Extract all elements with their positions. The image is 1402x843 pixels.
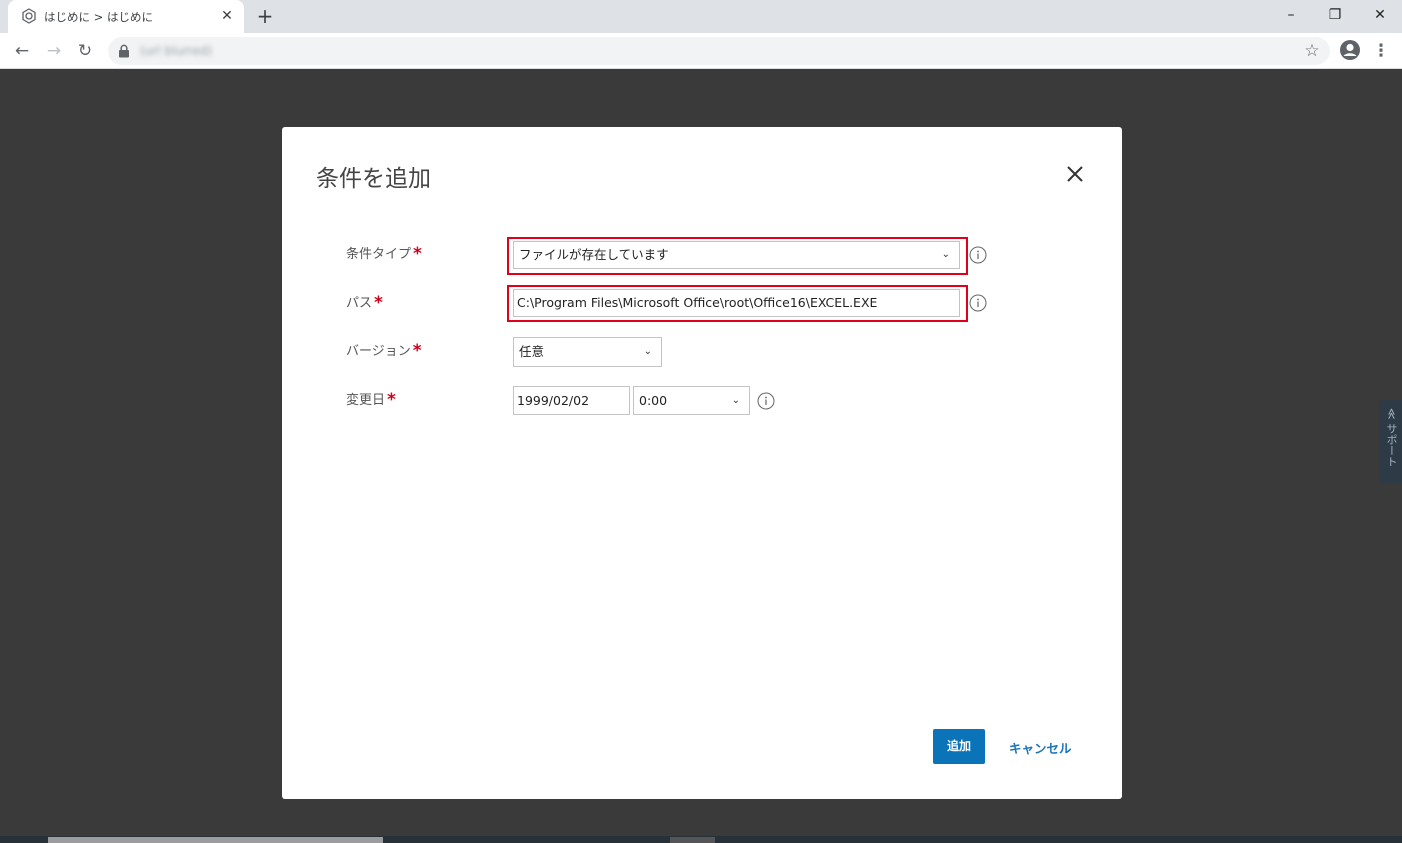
- browser-tab-strip: はじめに > はじめに ✕ + – ❐ ✕: [0, 0, 1402, 33]
- restore-icon[interactable]: ❐: [1320, 4, 1350, 26]
- chevron-down-icon: ⌄: [941, 249, 950, 260]
- page-footer-scroll: [670, 837, 715, 843]
- bookmark-star-icon[interactable]: ☆: [1300, 39, 1324, 63]
- cancel-button[interactable]: キャンセル: [1009, 738, 1072, 757]
- account-icon[interactable]: [1339, 39, 1361, 61]
- reload-icon[interactable]: ↻: [73, 39, 97, 63]
- time-value: 0:00: [639, 393, 668, 408]
- minimize-icon[interactable]: –: [1276, 4, 1306, 26]
- info-icon[interactable]: [757, 392, 775, 410]
- info-icon[interactable]: [969, 294, 987, 312]
- browser-menu-icon[interactable]: ⋮: [1372, 39, 1390, 63]
- support-tab-label: ≪ サポート: [1385, 408, 1398, 468]
- path-label-text: パス: [346, 296, 373, 311]
- add-button[interactable]: 追加: [933, 729, 985, 764]
- date-input[interactable]: 1999/02/02: [513, 386, 630, 415]
- version-value: 任意: [519, 344, 545, 359]
- required-mark: *: [412, 341, 422, 361]
- url-text: (url blurred): [140, 44, 212, 58]
- lock-icon: [119, 44, 129, 58]
- page-footer-field: [48, 837, 383, 843]
- chevron-down-icon: ⌄: [643, 346, 652, 357]
- chevron-down-icon: ⌄: [731, 395, 740, 406]
- required-mark: *: [387, 390, 396, 410]
- new-tab-icon[interactable]: +: [254, 5, 276, 27]
- path-input[interactable]: C:\Program Files\Microsoft Office\root\O…: [513, 289, 960, 317]
- date-value: 1999/02/02: [517, 393, 590, 408]
- modified-date-label: 変更日 *: [346, 389, 396, 410]
- info-icon[interactable]: [969, 246, 987, 264]
- version-label: バージョン *: [346, 340, 422, 361]
- address-bar[interactable]: (url blurred): [108, 37, 1330, 65]
- required-mark: *: [413, 244, 422, 264]
- app-logo-icon: [22, 8, 36, 24]
- condition-type-label-text: 条件タイプ: [346, 247, 412, 262]
- forward-icon[interactable]: →: [42, 39, 66, 63]
- close-icon[interactable]: [1065, 164, 1085, 184]
- path-label: パス *: [346, 292, 383, 313]
- support-tab[interactable]: ≪ サポート: [1379, 400, 1402, 484]
- tab-title: はじめに > はじめに: [44, 10, 153, 24]
- modified-date-label-text: 変更日: [346, 393, 386, 408]
- add-condition-dialog: 条件を追加 条件タイプ * ファイルが存在しています ⌄ パス * C:\Progr…: [282, 127, 1122, 799]
- browser-tab[interactable]: はじめに > はじめに ✕: [8, 0, 244, 33]
- path-value: C:\Program Files\Microsoft Office\root\O…: [517, 295, 878, 310]
- browser-toolbar: ← → ↻ (url blurred) ☆ ⋮: [0, 33, 1402, 69]
- back-icon[interactable]: ←: [10, 39, 34, 63]
- condition-type-label: 条件タイプ *: [346, 243, 422, 264]
- tab-close-icon[interactable]: ✕: [218, 7, 236, 25]
- version-label-text: バージョン: [346, 344, 411, 359]
- version-select[interactable]: 任意 ⌄: [513, 337, 662, 367]
- required-mark: *: [374, 293, 383, 313]
- condition-type-value: ファイルが存在しています: [519, 247, 669, 262]
- time-select[interactable]: 0:00 ⌄: [633, 386, 750, 415]
- window-close-icon[interactable]: ✕: [1365, 4, 1395, 26]
- dialog-title: 条件を追加: [316, 166, 431, 192]
- condition-type-select[interactable]: ファイルが存在しています ⌄: [513, 241, 960, 269]
